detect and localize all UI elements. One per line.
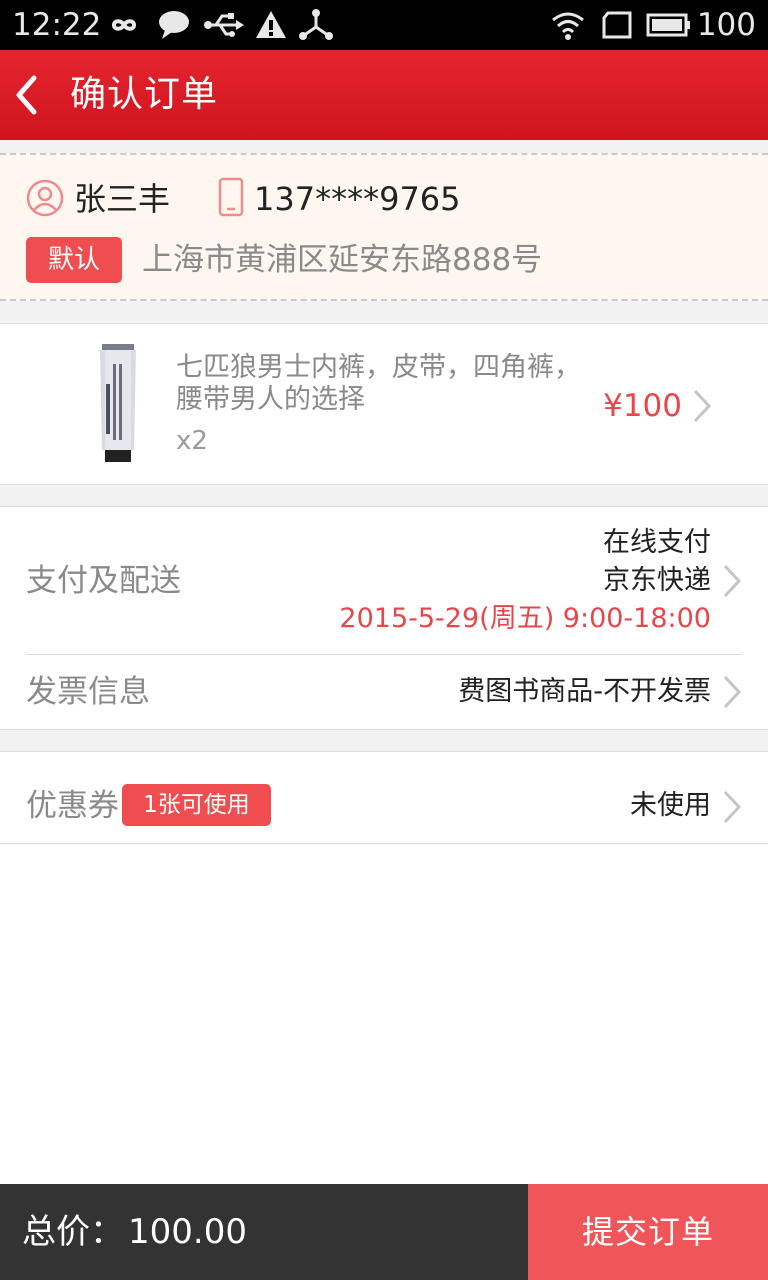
page-title: 确认订单 — [70, 74, 219, 115]
recipient-phone: 137****9765 — [254, 180, 461, 218]
address-card[interactable]: 张三丰 137****9765 默认 上海市黄浦区延安东路888号 — [0, 153, 768, 301]
wifi-icon — [552, 12, 584, 40]
default-badge: 默认 — [26, 237, 122, 283]
delivery-time: 2015-5-29(周五) 9:00-18:00 — [339, 603, 711, 634]
usb-icon — [204, 13, 244, 37]
coupon-status: 未使用 — [630, 790, 711, 821]
courier-name: 京东快递 — [603, 565, 711, 596]
chevron-right-icon — [723, 564, 742, 598]
chevron-right-icon — [723, 790, 742, 824]
invoice-value: 费图书商品-不开发票 — [458, 676, 711, 707]
section-gap — [0, 140, 768, 153]
payment-delivery-label: 支付及配送 — [26, 563, 181, 599]
back-arrow-icon[interactable] — [10, 72, 44, 118]
product-name: 七匹狼男士内裤，皮带，四角裤，腰带男人的选择 — [176, 352, 581, 415]
section-gap — [0, 485, 768, 506]
battery-level: 100 — [696, 7, 756, 43]
coupon-row[interactable]: 优惠券 1张可使用 未使用 — [0, 751, 768, 844]
status-bar: 12:22 100 — [0, 0, 768, 50]
total-value: 100.00 — [128, 1212, 247, 1252]
status-time: 12:22 — [12, 7, 102, 43]
total-label: 总价： — [22, 1212, 124, 1252]
infinity-icon — [111, 19, 137, 31]
phone-icon — [218, 177, 244, 217]
product-thumbnail — [100, 344, 136, 462]
battery-icon — [646, 13, 690, 37]
invoice-label: 发票信息 — [26, 674, 150, 710]
app-header: 确认订单 — [0, 50, 768, 140]
person-icon — [26, 179, 64, 217]
section-gap — [0, 301, 768, 323]
product-quantity: x2 — [176, 426, 208, 456]
share-icon — [299, 9, 333, 40]
payment-method: 在线支付 — [603, 527, 711, 558]
total-panel: 总价： 100.00 — [0, 1184, 528, 1280]
chat-bubble-icon — [159, 11, 189, 39]
chevron-right-icon — [693, 389, 712, 423]
chevron-right-icon — [723, 675, 742, 709]
row-divider — [26, 654, 742, 655]
address-detail: 上海市黄浦区延安东路888号 — [142, 242, 543, 278]
sim-icon — [602, 11, 632, 39]
recipient-name: 张三丰 — [74, 180, 171, 218]
warning-icon — [256, 11, 286, 38]
section-gap — [0, 730, 768, 751]
submit-order-button[interactable]: 提交订单 — [528, 1184, 768, 1280]
coupon-label: 优惠券 — [26, 788, 119, 824]
product-price: ¥100 — [603, 388, 682, 424]
product-row[interactable]: 七匹狼男士内裤，皮带，四角裤，腰带男人的选择 x2 ¥100 — [0, 323, 768, 485]
checkout-bar: 总价： 100.00 提交订单 — [0, 1184, 768, 1280]
coupon-available-badge: 1张可使用 — [122, 784, 271, 826]
payment-invoice-section: 支付及配送 在线支付 京东快递 2015-5-29(周五) 9:00-18:00… — [0, 506, 768, 730]
